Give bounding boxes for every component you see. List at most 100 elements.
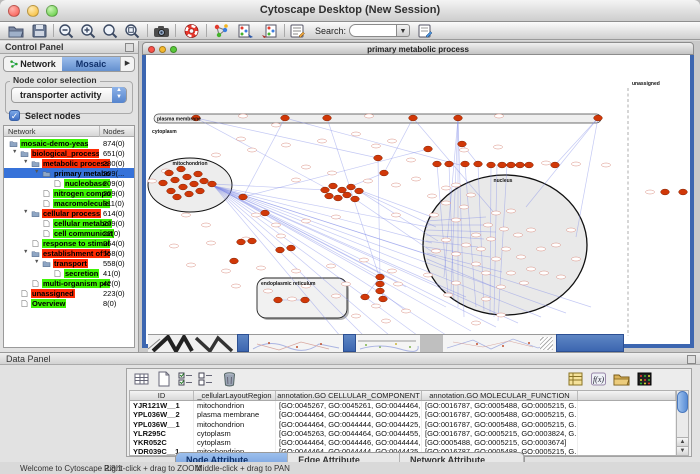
background-window-fragment[interactable]	[356, 334, 420, 352]
tree-row-transport[interactable]: ▼transport558(0)	[4, 258, 134, 268]
tree-expander-icon[interactable]: ▼	[23, 249, 28, 255]
gene-node[interactable]	[183, 174, 192, 180]
gene-node[interactable]	[338, 187, 347, 193]
search-input[interactable]	[349, 24, 397, 37]
plasma-membrane-region[interactable]	[154, 114, 601, 123]
window-resize-grip[interactable]	[540, 337, 553, 350]
gene-node[interactable]	[461, 161, 470, 167]
gene-label-oval[interactable]	[444, 293, 453, 297]
gene-label-oval[interactable]	[497, 313, 506, 317]
table-row-ykr052c[interactable]: YKR052Ccytoplasm[GO:0044464, GO:0044446,…	[130, 438, 676, 447]
gene-node[interactable]	[433, 161, 442, 167]
network-window-titlebar[interactable]: primary metabolic process	[142, 42, 694, 55]
gene-label-oval[interactable]	[527, 228, 536, 232]
gene-label-oval[interactable]	[292, 269, 301, 273]
gene-label-oval[interactable]	[302, 219, 311, 223]
gene-label-oval[interactable]	[537, 247, 546, 251]
help-lifesaver-icon[interactable]	[183, 23, 200, 39]
gene-node[interactable]	[230, 258, 239, 264]
gene-node[interactable]	[347, 184, 356, 190]
gene-label-oval[interactable]	[557, 275, 566, 279]
edge[interactable]	[214, 186, 406, 287]
background-window-fragment[interactable]	[556, 334, 624, 352]
select-nodes-checkbox[interactable]: ✓	[9, 110, 20, 121]
column-header-mf[interactable]: annotation.GO MOLECULAR_FUNCTION	[422, 391, 578, 400]
gene-node[interactable]	[281, 115, 290, 121]
table-scrollbar[interactable]: ▲ ▼	[676, 390, 689, 456]
gene-label-oval[interactable]	[318, 139, 327, 143]
gene-label-oval[interactable]	[520, 281, 529, 285]
tree-row-multi-organism-pro[interactable]: multi-organism pro42(0)	[4, 278, 134, 288]
gene-label-oval[interactable]	[482, 297, 491, 301]
column-header-id[interactable]: ID	[130, 391, 194, 400]
gene-label-oval[interactable]	[365, 114, 374, 118]
gene-node[interactable]	[474, 161, 483, 167]
edge[interactable]	[526, 118, 598, 207]
gene-label-oval[interactable]	[452, 183, 461, 187]
column-header-reg[interactable]: _cellularLayoutRegion	[194, 391, 276, 400]
gene-label-oval[interactable]	[482, 271, 491, 275]
gene-label-oval[interactable]	[239, 114, 248, 118]
gene-label-oval[interactable]	[327, 264, 336, 268]
edge[interactable]	[285, 118, 460, 165]
gene-label-oval[interactable]	[402, 309, 411, 313]
gene-node[interactable]	[661, 189, 670, 195]
gene-label-oval[interactable]	[567, 228, 576, 232]
gene-label-oval[interactable]	[187, 263, 196, 267]
snapshot-camera-icon[interactable]	[153, 23, 170, 39]
function-builder-icon[interactable]: f(x)	[590, 371, 607, 387]
gene-node[interactable]	[424, 146, 433, 152]
gene-node[interactable]	[525, 162, 534, 168]
gene-label-oval[interactable]	[202, 223, 211, 227]
gene-label-oval[interactable]	[472, 321, 481, 325]
attribute-table[interactable]: ID_cellularLayoutRegionannotation.GO CEL…	[129, 390, 677, 456]
gene-label-oval[interactable]	[552, 243, 561, 247]
gene-label-oval[interactable]	[272, 123, 281, 127]
edge[interactable]	[359, 191, 436, 227]
gene-label-oval[interactable]	[492, 211, 501, 215]
gene-label-oval[interactable]	[412, 177, 421, 181]
gene-node[interactable]	[379, 296, 388, 302]
gene-label-oval[interactable]	[360, 258, 369, 262]
gene-label-oval[interactable]	[602, 163, 611, 167]
gene-label-oval[interactable]	[502, 247, 511, 251]
save-icon[interactable]	[31, 23, 48, 39]
gene-node[interactable]	[301, 297, 310, 303]
gene-label-oval[interactable]	[492, 257, 501, 261]
gene-label-oval[interactable]	[372, 144, 381, 148]
gene-label-oval[interactable]	[394, 282, 403, 286]
gene-label-oval[interactable]	[382, 319, 391, 323]
gene-label-oval[interactable]	[237, 137, 246, 141]
gene-label-oval[interactable]	[517, 255, 526, 259]
tree-expander-icon[interactable]: ▼	[23, 159, 28, 165]
gene-label-oval[interactable]	[572, 162, 581, 166]
gene-label-oval[interactable]	[332, 215, 341, 219]
gene-label-oval[interactable]	[484, 223, 493, 227]
tree-row-metabolic-process[interactable]: ▼metabolic process280(0)	[4, 158, 134, 168]
table-row-ypl036w__1[interactable]: YPL036W__1mitochondrion[GO:0044464, GO:0…	[130, 420, 676, 429]
gene-node[interactable]	[179, 184, 188, 190]
gene-label-oval[interactable]	[467, 193, 476, 197]
gene-node[interactable]	[173, 194, 182, 200]
float-panel-icon[interactable]	[125, 43, 134, 52]
gene-label-oval[interactable]	[495, 114, 504, 118]
layout-import-icon[interactable]	[237, 23, 254, 39]
unselect-attributes-icon[interactable]	[197, 371, 214, 387]
column-header-cc[interactable]: annotation.GO CELLULAR_COMPONENT	[276, 391, 422, 400]
gene-label-oval[interactable]	[462, 243, 471, 247]
gene-label-oval[interactable]	[432, 249, 441, 253]
gene-label-oval[interactable]	[428, 194, 437, 198]
gene-node[interactable]	[343, 192, 352, 198]
gene-label-oval[interactable]	[257, 266, 266, 270]
gene-node[interactable]	[487, 162, 496, 168]
gene-node[interactable]	[190, 181, 199, 187]
gene-label-oval[interactable]	[514, 233, 523, 237]
gene-label-oval[interactable]	[527, 267, 536, 271]
gene-label-oval[interactable]	[292, 178, 301, 182]
gene-label-oval[interactable]	[494, 145, 503, 149]
gene-node[interactable]	[409, 115, 418, 121]
gene-label-oval[interactable]	[248, 148, 257, 152]
gene-node[interactable]	[276, 247, 285, 253]
gene-node[interactable]	[167, 188, 176, 194]
tree-row-cell-communicat[interactable]: cell communicat22(0)	[4, 228, 134, 238]
